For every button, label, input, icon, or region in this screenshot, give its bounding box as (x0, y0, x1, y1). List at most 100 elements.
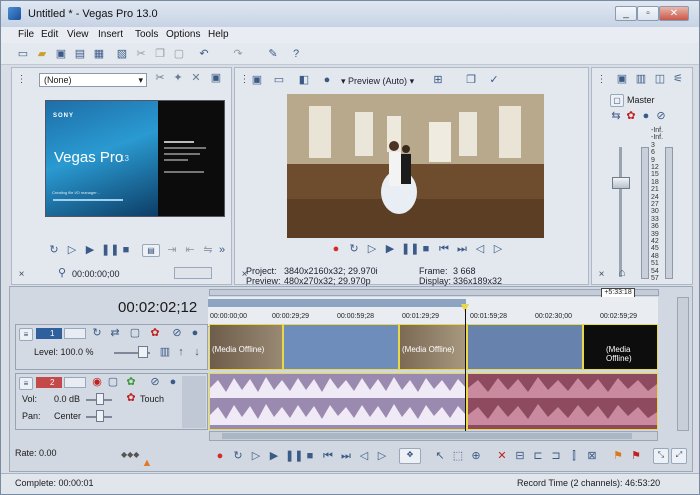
audio-clip[interactable] (467, 373, 658, 430)
clear-icon[interactable]: ✕ (189, 71, 203, 85)
play-from-start-icon[interactable]: ▷ (365, 242, 379, 256)
undo-icon[interactable]: ↶ (197, 47, 211, 61)
play-icon[interactable]: ▶ (267, 449, 281, 463)
loop-region-bar[interactable] (208, 299, 466, 307)
loop-icon[interactable]: ↻ (347, 242, 361, 256)
snapping-icon[interactable]: ⤡ (653, 448, 669, 464)
bus-fx-icon[interactable]: ⇆ (609, 109, 623, 123)
make-child-icon[interactable]: ↓ (190, 345, 204, 359)
arm-record-icon[interactable]: ◉ (90, 375, 104, 389)
panel-close-icon[interactable]: × (595, 268, 608, 281)
render-icon[interactable]: ▦ (92, 47, 106, 61)
automation-mode[interactable]: Touch (140, 394, 164, 404)
next-frame-icon[interactable]: ▷ (375, 449, 389, 463)
media-dropdown[interactable]: (None) ▾ (39, 73, 147, 87)
menu-options[interactable]: Options (166, 29, 200, 40)
menu-help[interactable]: Help (208, 29, 229, 40)
properties-icon[interactable]: ▧ (115, 47, 129, 61)
redo-icon[interactable]: ↷ (231, 47, 245, 61)
track-name-field[interactable] (64, 328, 86, 339)
video-clip[interactable]: (Media Offline) (209, 324, 283, 370)
menu-view[interactable]: View (67, 29, 89, 40)
panel-close-icon[interactable]: × (15, 268, 28, 281)
split-screen-icon[interactable]: ● (320, 73, 334, 87)
stop-icon[interactable]: ■ (419, 242, 433, 256)
go-to-end-icon[interactable]: ⏭ (455, 242, 469, 256)
horizontal-scrollbar[interactable] (209, 431, 658, 441)
composite-icon[interactable]: ▢ (128, 326, 142, 340)
save-as-icon[interactable]: ▤ (73, 47, 87, 61)
track-collapse-icon[interactable]: ≡ (19, 328, 33, 341)
render-as-icon[interactable]: ✎ (266, 47, 280, 61)
mute-icon[interactable]: ⊘ (148, 375, 162, 389)
split-icon[interactable]: ⫿ (567, 449, 581, 463)
record-icon[interactable]: ● (213, 449, 227, 463)
play-icon[interactable]: ▶ (383, 242, 397, 256)
auto-ripple-icon[interactable]: ⤢ (671, 448, 687, 464)
zoom-tool-icon[interactable]: ⊕ (469, 449, 483, 463)
delete-icon[interactable]: ✕ (495, 449, 509, 463)
video-clip[interactable]: (Media Offline) (399, 324, 467, 370)
minimize-button[interactable]: _ (615, 6, 637, 21)
more-icon[interactable]: » (215, 243, 229, 257)
open-icon[interactable]: ▰ (35, 47, 49, 61)
go-to-start-icon[interactable]: ⏮ (321, 449, 335, 463)
audio-clip[interactable] (209, 373, 467, 430)
menu-edit[interactable]: Edit (41, 29, 58, 40)
pan-slider-thumb[interactable] (96, 410, 104, 422)
copy-snapshot-icon[interactable]: ❐ (464, 73, 478, 87)
paste-icon[interactable]: ▢ (172, 47, 186, 61)
pause-icon[interactable]: ❚❚ (285, 449, 303, 463)
selection-icon[interactable]: ▤ (142, 244, 160, 257)
vertical-scrollbar[interactable] (677, 297, 689, 431)
trim-icon[interactable]: ⊟ (513, 449, 527, 463)
track-motion-icon[interactable]: ⇄ (108, 326, 122, 340)
selection-tool-icon[interactable]: ⬚ (451, 449, 465, 463)
go-to-start-icon[interactable]: ⏮ (437, 242, 451, 256)
automation-icon[interactable]: ✿ (124, 391, 138, 405)
make-parent-icon[interactable]: ↑ (174, 345, 188, 359)
dim-output-icon[interactable]: ⚟ (671, 72, 685, 86)
video-clip[interactable] (283, 324, 399, 370)
preview-quality[interactable]: ▾ Preview (Auto) ▾ (341, 76, 414, 87)
video-clip[interactable]: (Media Offline) (583, 324, 658, 370)
cut-icon[interactable]: ✂ (134, 47, 148, 61)
previous-frame-icon[interactable]: ◁ (473, 242, 487, 256)
stop-icon[interactable]: ■ (119, 243, 133, 257)
motion-blur-icon[interactable]: ↻ (90, 326, 104, 340)
play-from-start-icon[interactable]: ▷ (65, 243, 79, 257)
downmix-icon[interactable]: ◫ (653, 72, 667, 86)
trim-end-icon[interactable]: ⊐ (549, 449, 563, 463)
solo-icon[interactable]: ● (188, 326, 202, 340)
external-monitor-icon[interactable]: ▭ (272, 73, 286, 87)
envelope-tool-icon[interactable]: ↖ (433, 449, 447, 463)
marker-icon[interactable]: ⚲ (55, 266, 69, 280)
new-project-icon[interactable]: ▭ (16, 47, 30, 61)
whats-this-icon[interactable]: ? (289, 47, 303, 61)
previous-frame-icon[interactable]: ◁ (357, 449, 371, 463)
level-slider-thumb[interactable] (138, 346, 148, 358)
master-fader[interactable] (612, 177, 630, 189)
play-icon[interactable]: ▶ (83, 243, 97, 257)
menu-file[interactable]: File (18, 29, 34, 40)
project-properties-icon[interactable]: ▣ (250, 73, 264, 87)
trim-icon[interactable]: ✂ (153, 71, 167, 85)
marker-icon[interactable]: ⚑ (611, 449, 625, 463)
loop-icon[interactable]: ↻ (231, 449, 245, 463)
overlays-icon[interactable]: ⊞ (431, 73, 445, 87)
go-to-end-icon[interactable]: ⏭ (339, 449, 353, 463)
track-collapse-icon[interactable]: ≡ (19, 377, 33, 390)
audio-fx-icon[interactable]: ✿ (124, 375, 138, 389)
track-name-field[interactable] (64, 377, 86, 388)
insert-icon[interactable]: ⇤ (183, 243, 197, 257)
record-icon[interactable]: ● (329, 242, 343, 256)
scrollbar-thumb[interactable] (222, 433, 632, 439)
pause-icon[interactable]: ❚❚ (401, 242, 419, 256)
save-snapshot-icon[interactable]: ✓ (487, 73, 501, 87)
copy-icon[interactable]: ❐ (153, 47, 167, 61)
region-icon[interactable]: ⚑ (629, 449, 643, 463)
normal-edit-tool-icon[interactable]: ✥ (399, 448, 421, 464)
add-to-timeline-icon[interactable]: ⇥ (165, 243, 179, 257)
mute-icon[interactable]: ● (639, 109, 653, 123)
lock-icon[interactable]: ⊠ (585, 449, 599, 463)
